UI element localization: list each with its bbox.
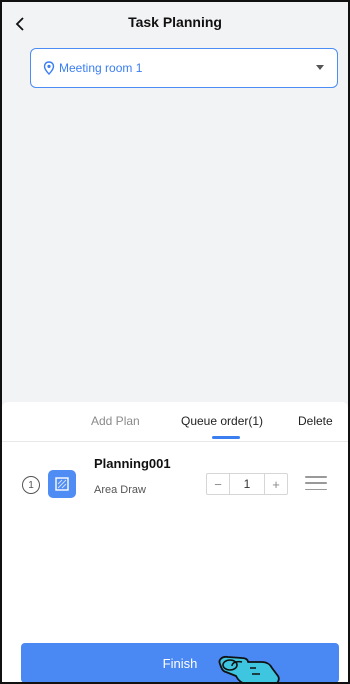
plan-panel: Add Plan Queue order(1) Delete 1 Plannin… — [2, 402, 348, 682]
order-number: 1 — [22, 476, 40, 494]
quantity-value[interactable]: 1 — [229, 474, 265, 494]
area-draw-icon — [48, 470, 76, 498]
finish-label: Finish — [162, 655, 198, 671]
plan-type: Area Draw — [94, 484, 146, 496]
room-select-value: Meeting room 1 — [59, 61, 143, 75]
chevron-left-icon — [15, 17, 24, 31]
tab-queue-order[interactable]: Queue order(1) — [181, 414, 263, 428]
header: Task Planning — [2, 2, 348, 42]
location-pin-icon — [43, 61, 55, 75]
tab-add-plan[interactable]: Add Plan — [91, 414, 140, 428]
tab-bar: Add Plan Queue order(1) Delete — [2, 402, 348, 442]
tab-delete[interactable]: Delete — [298, 414, 333, 428]
quantity-stepper: − 1 + — [206, 473, 288, 495]
app-frame: Task Planning Meeting room 1 Add Plan Qu… — [0, 0, 350, 684]
drag-handle-icon[interactable] — [305, 474, 327, 492]
page-title: Task Planning — [128, 14, 222, 30]
back-button[interactable] — [8, 12, 32, 36]
caret-down-icon — [315, 64, 325, 72]
room-select[interactable]: Meeting room 1 — [30, 48, 338, 88]
plan-name: Planning001 — [94, 456, 171, 471]
decrement-button[interactable]: − — [207, 474, 229, 494]
finish-button[interactable]: Finish — [21, 643, 339, 682]
active-tab-indicator — [212, 436, 240, 439]
increment-button[interactable]: + — [265, 474, 287, 494]
